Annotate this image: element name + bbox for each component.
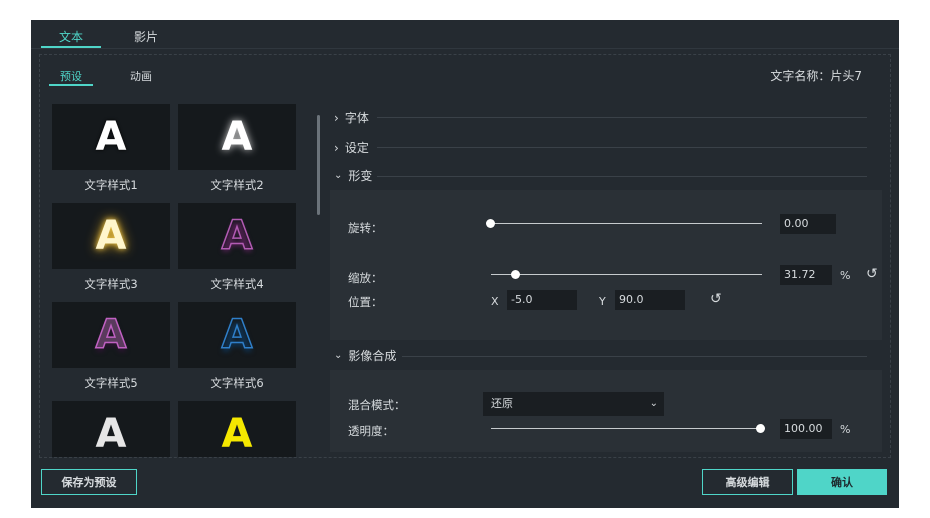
reset-icon[interactable]: ↺	[710, 291, 722, 307]
preset-thumbnail[interactable]: A	[178, 203, 296, 269]
blend-mode-value: 还原	[491, 397, 513, 410]
opacity-slider-knob[interactable]	[756, 424, 765, 433]
preset-label: 文字样式5	[84, 376, 138, 390]
tab-preset[interactable]: 预设	[60, 68, 82, 84]
divider	[377, 147, 867, 148]
position-y-input[interactable]: 90.0	[615, 290, 685, 310]
blend-mode-select[interactable]: 还原 ⌄	[483, 392, 664, 416]
reset-icon[interactable]: ↺	[866, 266, 878, 282]
opacity-slider[interactable]	[491, 428, 762, 429]
rotate-label: 旋转：	[348, 221, 383, 235]
preset-thumbnail[interactable]: A	[178, 302, 296, 368]
chevron-right-icon: ›	[334, 140, 339, 155]
section-font-label: 字体	[344, 111, 369, 125]
scale-unit: %	[840, 269, 851, 282]
preset-item-8[interactable]: A	[178, 401, 296, 457]
title-editor-dialog: 文本 影片 预设 动画 文字名称：片头7 A 文字样式1 A 文字样式2 A 文…	[31, 20, 899, 508]
divider	[31, 48, 899, 49]
blend-mode-label: 混合模式：	[348, 398, 406, 412]
preset-thumbnail[interactable]: A	[52, 104, 170, 170]
divider	[402, 356, 867, 357]
top-tabs: 文本 影片	[31, 20, 899, 46]
tab-text[interactable]: 文本	[59, 28, 83, 45]
preset-item-3[interactable]: A 文字样式3	[52, 203, 170, 292]
rotate-input[interactable]: 0.00	[780, 214, 836, 234]
confirm-button[interactable]: 确认	[797, 469, 887, 495]
chevron-down-icon: ⌄	[334, 170, 343, 181]
preset-label: 文字样式6	[210, 376, 264, 390]
chevron-down-icon: ⌄	[649, 398, 658, 409]
tab-clip[interactable]: 影片	[134, 28, 158, 45]
preset-label: 文字样式4	[210, 277, 264, 291]
section-settings-label: 设定	[344, 141, 369, 155]
editor-panel: 预设 动画 文字名称：片头7 A 文字样式1 A 文字样式2 A 文字样式3 A…	[39, 54, 891, 458]
preset-item-2[interactable]: A 文字样式2	[178, 104, 296, 193]
rotate-slider[interactable]	[491, 223, 762, 224]
scale-label: 缩放：	[348, 271, 383, 285]
text-name-label: 文字名称：片头7	[770, 69, 862, 83]
position-y-label: Y	[599, 295, 606, 308]
position-label: 位置：	[348, 295, 383, 309]
preset-thumbnail[interactable]: A	[52, 203, 170, 269]
preset-label: 文字样式3	[84, 277, 138, 291]
chevron-down-icon: ⌄	[334, 350, 343, 361]
tab-animation[interactable]: 动画	[130, 68, 152, 84]
opacity-label: 透明度：	[348, 424, 394, 438]
preset-item-6[interactable]: A 文字样式6	[178, 302, 296, 391]
scale-slider-knob[interactable]	[511, 270, 520, 279]
preset-item-5[interactable]: A 文字样式5	[52, 302, 170, 391]
divider	[377, 176, 867, 177]
subtab-active-indicator	[49, 84, 93, 86]
opacity-unit: %	[840, 423, 851, 436]
section-transform-label: 形变	[348, 169, 373, 183]
chevron-right-icon: ›	[334, 110, 339, 125]
scale-slider[interactable]	[491, 274, 762, 275]
scale-input[interactable]: 31.72	[780, 265, 832, 285]
opacity-input[interactable]: 100.00	[780, 419, 832, 439]
preset-item-4[interactable]: A 文字样式4	[178, 203, 296, 292]
preset-item-7[interactable]: A	[52, 401, 170, 457]
preset-thumbnail[interactable]: A	[52, 302, 170, 368]
advanced-edit-button[interactable]: 高级编辑	[702, 469, 793, 495]
section-font-header[interactable]: › 字体	[334, 109, 369, 126]
section-transform-header[interactable]: ⌄ 形变	[334, 167, 372, 184]
section-compositing-header[interactable]: ⌄ 影像合成	[334, 347, 396, 364]
save-preset-button[interactable]: 保存为预设	[41, 469, 137, 495]
rotate-slider-knob[interactable]	[486, 219, 495, 228]
preset-label: 文字样式2	[210, 178, 264, 192]
preset-thumbnail[interactable]: A	[178, 401, 296, 457]
position-x-label: X	[491, 295, 499, 308]
divider	[377, 117, 867, 118]
preset-item-1[interactable]: A 文字样式1	[52, 104, 170, 193]
preset-thumbnail[interactable]: A	[52, 401, 170, 457]
preset-scrollbar[interactable]	[317, 115, 320, 215]
preset-thumbnail[interactable]: A	[178, 104, 296, 170]
position-x-input[interactable]: -5.0	[507, 290, 577, 310]
section-compositing-label: 影像合成	[348, 349, 397, 363]
preset-label: 文字样式1	[84, 178, 138, 192]
section-settings-header[interactable]: › 设定	[334, 139, 369, 156]
